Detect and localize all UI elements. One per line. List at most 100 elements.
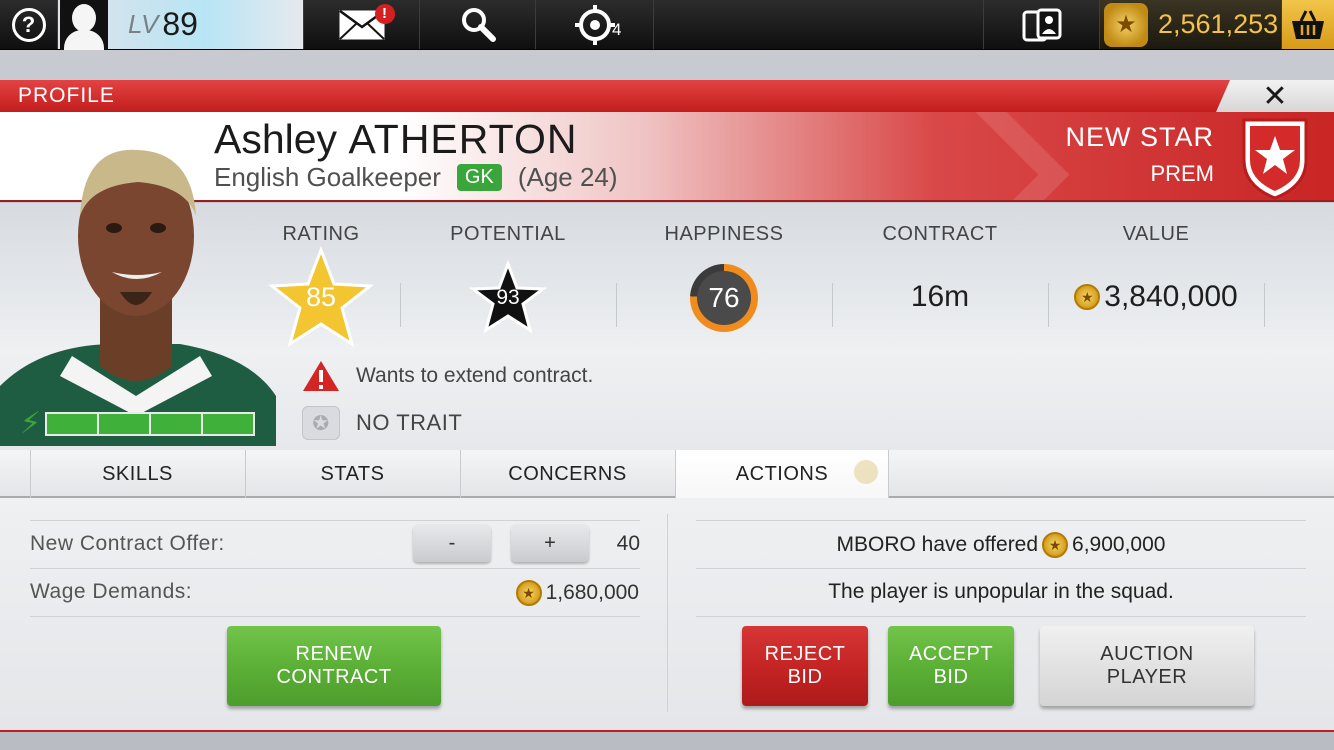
value-stat: VALUE ★ 3,840,000 (1056, 223, 1256, 314)
avatar (60, 0, 108, 50)
tab-stats[interactable]: STATS (245, 450, 459, 498)
level-label: LV (128, 9, 159, 39)
warning-icon (303, 361, 339, 391)
value-amount: 3,840,000 (1104, 280, 1238, 313)
bid-offer-prefix: MBORO have offered (836, 533, 1039, 556)
lightning-icon: ⚡ (20, 407, 42, 440)
wage-demands: ★ 1,680,000 (508, 580, 639, 606)
star-shield-icon (1242, 118, 1308, 200)
tab-label: ACTIONS (735, 462, 829, 485)
trait-row: ✪ NO TRAIT (302, 406, 462, 440)
bid-offer-value: 6,900,000 (1072, 533, 1166, 556)
bid-offer-text: MBORO have offered ★ 6,900,000 (696, 532, 1306, 558)
scout-button[interactable]: 4 (536, 0, 654, 49)
actions-panel: New Contract Offer: - + 40 Wage Demands:… (0, 498, 1334, 730)
shop-button[interactable] (1282, 0, 1334, 49)
tab-actions[interactable]: ACTIONS (675, 450, 889, 498)
contract-value: 16m (910, 280, 970, 313)
search-button[interactable] (420, 0, 536, 49)
squad-note: The player is unpopular in the squad. (828, 580, 1174, 603)
notification-badge: ! (374, 3, 395, 24)
star-type-label: NEW STAR (1065, 122, 1214, 152)
contract-label: CONTRACT (882, 223, 998, 245)
contract-warning: Wants to extend contract. (302, 360, 593, 392)
button-label: PLAYER (1106, 666, 1188, 688)
happiness-value: 76 (697, 271, 751, 325)
player-portrait (0, 149, 276, 446)
contract-stat: CONTRACT 16m (840, 223, 1040, 314)
button-label: BID (933, 666, 969, 688)
button-label: RENEW (295, 643, 373, 665)
button-label: CONTRACT (276, 666, 392, 688)
contract-offer-value: 40 (616, 532, 640, 555)
potential-label: POTENTIAL (450, 223, 566, 245)
minus-label: - (448, 531, 456, 554)
help-button[interactable]: ? (0, 0, 58, 49)
stamina-bar: ⚡ (20, 406, 256, 441)
tab-label: STATS (320, 462, 385, 485)
auction-player-button[interactable]: AUCTION PLAYER (1040, 626, 1254, 706)
player-cards-icon (1022, 8, 1061, 41)
level-display[interactable]: LV 89 (58, 0, 304, 50)
tab-skills[interactable]: SKILLS (30, 450, 244, 498)
mail-button[interactable]: ! (304, 0, 420, 49)
tab-label: CONCERNS (508, 462, 627, 485)
value-label: VALUE (1122, 223, 1190, 245)
button-label: REJECT (764, 643, 846, 665)
warning-text: Wants to extend contract. (356, 364, 594, 387)
question-icon: ? (11, 7, 46, 42)
page-title: PROFILE (18, 84, 115, 107)
tab-label: SKILLS (102, 462, 173, 485)
close-icon: ✕ (1262, 79, 1288, 113)
player-age: (Age 24) (517, 162, 618, 192)
plus-label: + (544, 531, 556, 554)
coin-icon: ★ (1074, 284, 1101, 310)
basket-icon (1292, 9, 1324, 39)
button-label: AUCTION (1100, 643, 1194, 665)
top-bar: ? LV 89 ! 4 ★ 2,561,253 (0, 0, 1334, 50)
cards-button[interactable] (984, 0, 1100, 49)
coin-icon: ★ (1104, 2, 1148, 47)
potential-value: 93 (496, 286, 520, 309)
coins-display[interactable]: ★ 2,561,253 (1100, 0, 1282, 49)
trait-text: NO TRAIT (356, 410, 463, 435)
bottom-strip (0, 730, 1334, 750)
tab-concerns[interactable]: CONCERNS (460, 450, 674, 498)
decrease-offer-button[interactable]: - (413, 524, 491, 562)
level-value: 89 (162, 6, 198, 42)
happiness-gauge: 76 (690, 264, 758, 332)
potential-stat: POTENTIAL 93 (408, 223, 608, 350)
mail-icon: ! (338, 3, 395, 40)
increase-offer-button[interactable]: + (511, 524, 589, 562)
happiness-label: HAPPINESS (664, 223, 784, 245)
league-label: PREM (1150, 161, 1214, 186)
coin-icon (854, 460, 878, 484)
accept-bid-button[interactable]: ACCEPT BID (888, 626, 1014, 706)
wage-label: Wage Demands: (30, 580, 193, 603)
coin-icon: ★ (515, 580, 542, 606)
topbar-spacer (654, 0, 984, 49)
award-icon: ✪ (302, 406, 340, 440)
reject-bid-button[interactable]: REJECT BID (742, 626, 868, 706)
stamina-segment (151, 413, 202, 434)
button-label: ACCEPT (908, 643, 994, 665)
rating-star-icon: 85 (266, 245, 376, 350)
scout-count: 4 (612, 20, 622, 39)
contract-offer-label: New Contract Offer: (30, 532, 225, 555)
coins-balance: 2,561,253 (1158, 9, 1279, 39)
target-icon (574, 4, 615, 45)
search-icon (461, 7, 496, 42)
position-badge: GK (456, 164, 502, 191)
profile-header: PROFILE ✕ (0, 80, 1334, 112)
button-label: BID (787, 666, 823, 688)
happiness-stat: HAPPINESS 76 (624, 223, 824, 332)
potential-star-icon: 93 (453, 246, 563, 350)
player-last-name: ATHERTON (348, 116, 578, 162)
renew-contract-button[interactable]: RENEW CONTRACT (227, 626, 441, 706)
rating-value: 85 (305, 282, 337, 312)
stamina-segment (47, 413, 98, 434)
coin-icon: ★ (1042, 532, 1069, 558)
player-category: NEW STAR PREM (1066, 122, 1215, 187)
wage-value: 1,680,000 (545, 581, 639, 604)
close-button[interactable]: ✕ (1216, 80, 1334, 112)
